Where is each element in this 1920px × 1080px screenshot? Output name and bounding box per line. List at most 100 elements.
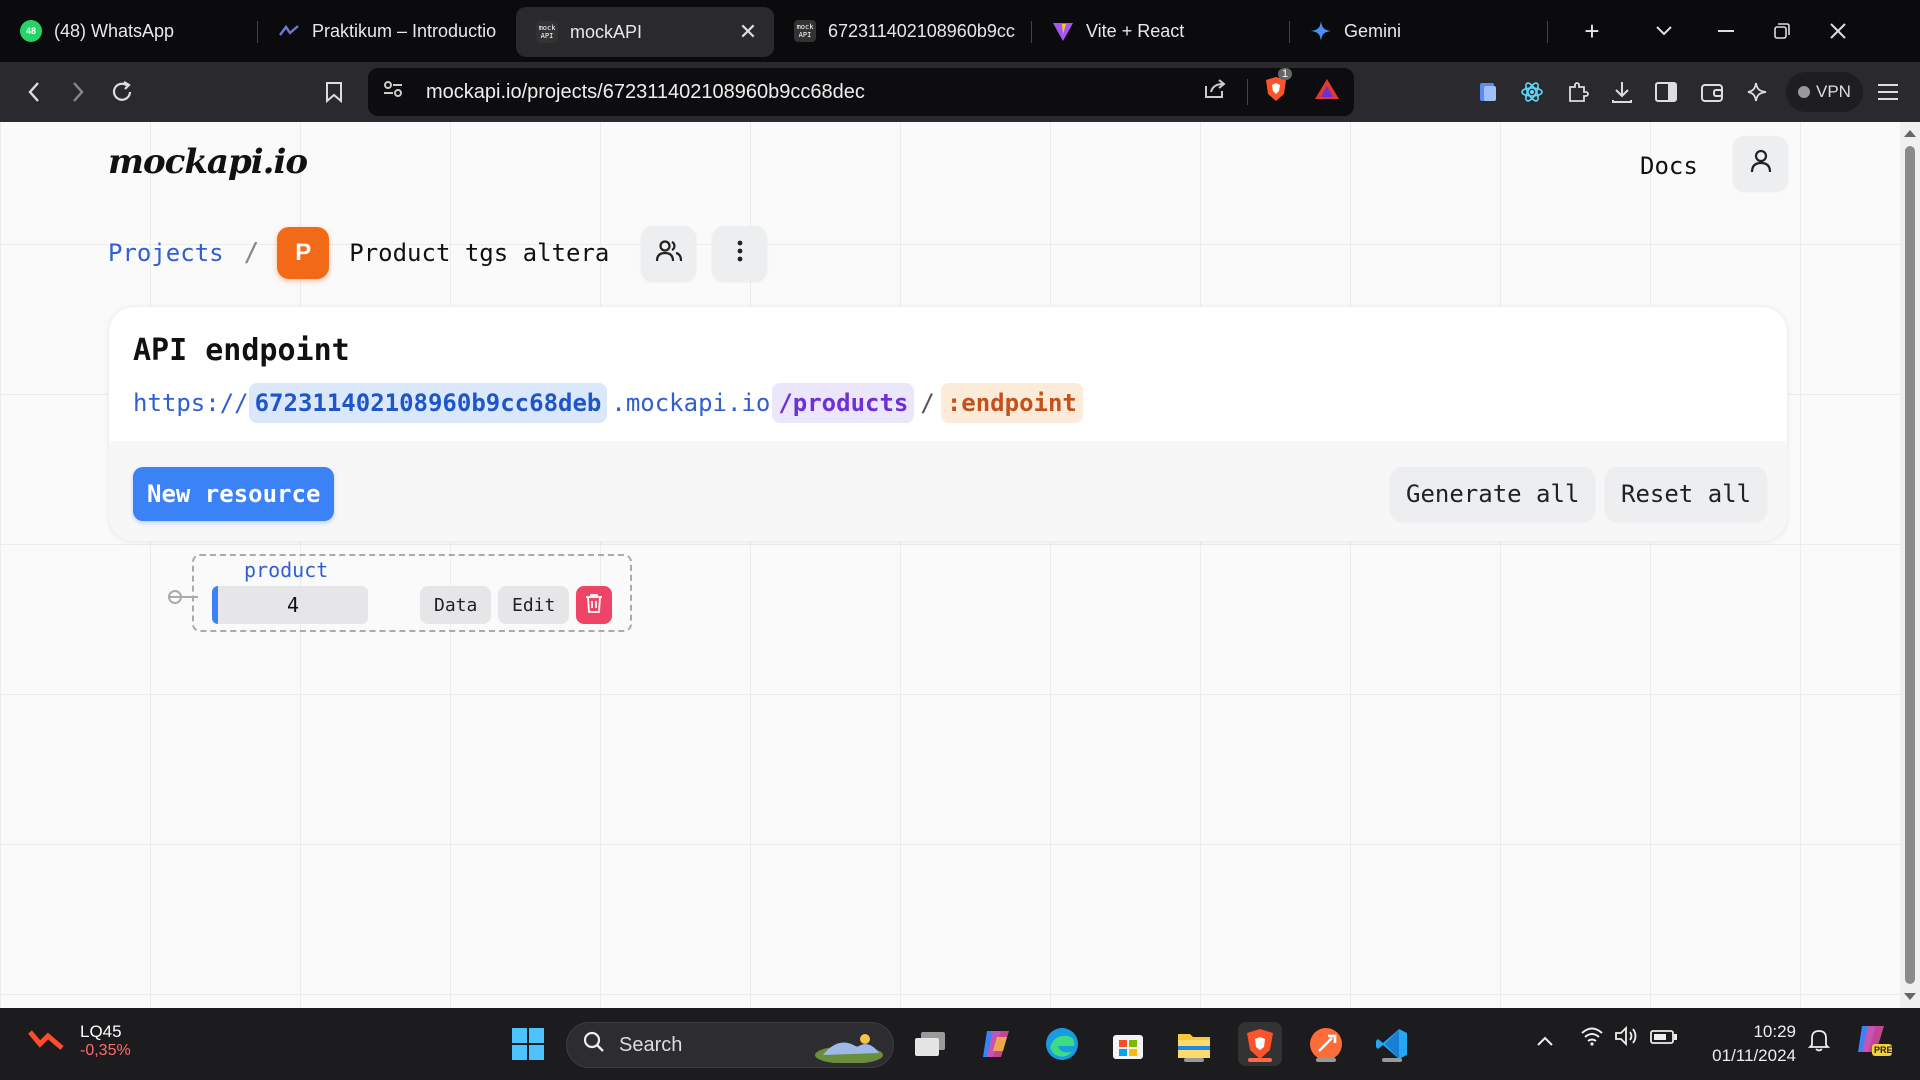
vpn-label: VPN xyxy=(1816,82,1851,101)
microsoft-store-icon[interactable] xyxy=(1106,1022,1150,1066)
resource-edit-button[interactable]: Edit xyxy=(498,586,570,624)
resource-count-slider[interactable]: 4 xyxy=(212,586,368,624)
share-icon[interactable] xyxy=(1203,78,1227,106)
mockapi-logo[interactable]: mockapi.io xyxy=(108,142,308,182)
vite-icon xyxy=(1052,20,1074,42)
browser-toolbar: mockapi.io/projects/672311402108960b9cc6… xyxy=(0,62,1920,122)
docs-link[interactable]: Docs xyxy=(1640,152,1698,180)
vscode-icon[interactable] xyxy=(1370,1022,1414,1066)
mockapi-icon: mock API xyxy=(794,20,816,42)
project-menu-button[interactable] xyxy=(712,225,768,281)
forward-icon[interactable] xyxy=(56,70,100,114)
clock-date: 01/11/2024 xyxy=(1712,1046,1796,1065)
windows-taskbar: LQ45 -0,35% Search 10:29 01/11/2024 PRE xyxy=(0,1008,1920,1080)
wifi-icon[interactable] xyxy=(1580,1026,1604,1052)
minimize-icon[interactable] xyxy=(1698,7,1754,55)
endpoint-resource[interactable]: /products xyxy=(772,383,915,423)
endpoint-url: https:// 672311402108960b9cc68deb .mocka… xyxy=(133,383,1083,423)
running-indicator xyxy=(1382,1058,1402,1062)
new-tab-plus-icon[interactable]: + xyxy=(1564,7,1620,55)
card-actions: New resource Generate all Reset all xyxy=(109,441,1787,541)
gemini-icon xyxy=(1310,20,1332,42)
endpoint-protocol: https:// xyxy=(133,389,249,417)
brave-shields-icon[interactable]: 1 xyxy=(1264,68,1293,108)
user-icon xyxy=(1749,148,1773,179)
share-project-button[interactable] xyxy=(641,225,697,281)
scrollbar-thumb[interactable] xyxy=(1905,146,1915,984)
battery-icon[interactable] xyxy=(1650,1028,1678,1051)
site-settings-icon[interactable] xyxy=(382,79,404,105)
tab-title: Gemini xyxy=(1344,20,1402,41)
tab-title: (48) WhatsApp xyxy=(54,20,175,41)
edge-icon[interactable] xyxy=(1040,1022,1084,1066)
account-button[interactable] xyxy=(1733,136,1788,191)
sidebar-toggle-icon[interactable] xyxy=(1644,70,1688,114)
stock-widget[interactable]: LQ45 -0,35% xyxy=(28,1022,131,1060)
menu-hamburger-icon[interactable] xyxy=(1866,70,1910,114)
shields-badge: 1 xyxy=(1278,68,1293,80)
mockapi-icon: mock API xyxy=(536,21,558,43)
resource-data-button[interactable]: Data xyxy=(420,586,492,624)
taskbar-search[interactable]: Search xyxy=(566,1022,894,1068)
tab-vite[interactable]: Vite + React xyxy=(1032,7,1290,55)
windows-start-icon[interactable] xyxy=(506,1022,550,1066)
project-name: Product tgs altera xyxy=(349,239,610,267)
file-explorer-icon[interactable] xyxy=(1172,1022,1216,1066)
more-vertical-icon xyxy=(737,240,743,267)
task-view-icon[interactable] xyxy=(908,1022,952,1066)
leo-ai-icon[interactable] xyxy=(1736,70,1780,114)
new-resource-button[interactable]: New resource xyxy=(133,467,335,521)
copilot-preview-icon[interactable]: PRE xyxy=(1856,1022,1893,1064)
generate-all-button[interactable]: Generate all xyxy=(1390,467,1596,521)
page-viewport: mockapi.io Docs Projects / P Product tgs… xyxy=(0,122,1900,1008)
stock-name: LQ45 xyxy=(80,1022,122,1041)
resource-name[interactable]: product xyxy=(244,558,328,582)
search-highlight-icon xyxy=(813,1029,885,1069)
back-icon[interactable] xyxy=(12,70,56,114)
project-avatar[interactable]: P xyxy=(277,227,330,279)
react-devtools-icon[interactable] xyxy=(1510,70,1554,114)
volume-icon[interactable] xyxy=(1614,1025,1638,1052)
scroll-down-icon[interactable] xyxy=(1904,993,1916,1000)
breadcrumb-projects-link[interactable]: Projects xyxy=(108,239,224,267)
praktikum-icon xyxy=(278,20,300,42)
running-indicator xyxy=(1248,1058,1272,1062)
tab-project-id[interactable]: mock API 672311402108960b9cc xyxy=(774,7,1032,55)
bookmark-icon[interactable] xyxy=(312,70,356,114)
postman-icon[interactable] xyxy=(1304,1022,1348,1066)
whatsapp-icon: 48 xyxy=(20,20,42,42)
running-indicator xyxy=(1184,1058,1204,1062)
system-clock[interactable]: 10:29 01/11/2024 xyxy=(1700,1020,1796,1068)
endpoint-project-id[interactable]: 672311402108960b9cc68deb xyxy=(248,383,608,423)
tab-title: mockAPI xyxy=(570,21,643,42)
trash-icon xyxy=(585,593,603,618)
breadcrumb: Projects / P Product tgs altera xyxy=(108,225,768,281)
tab-whatsapp[interactable]: 48 (48) WhatsApp xyxy=(0,7,258,55)
url-text: mockapi.io/projects/672311402108960b9cc6… xyxy=(426,80,865,103)
brave-browser-icon[interactable] xyxy=(1238,1022,1282,1066)
close-icon[interactable]: ✕ xyxy=(736,19,760,45)
wallet-icon[interactable] xyxy=(1690,70,1734,114)
resource-delete-button[interactable] xyxy=(576,586,612,624)
download-icon[interactable] xyxy=(1600,70,1644,114)
vpn-button[interactable]: VPN xyxy=(1786,72,1863,112)
tray-overflow-chevron-icon[interactable] xyxy=(1536,1030,1554,1053)
extension-icon[interactable] xyxy=(1466,70,1510,114)
scroll-up-icon[interactable] xyxy=(1904,130,1916,137)
page-scrollbar[interactable] xyxy=(1900,122,1920,1008)
search-label: Search xyxy=(619,1033,683,1056)
address-bar[interactable]: mockapi.io/projects/672311402108960b9cc6… xyxy=(368,68,1354,116)
brave-rewards-icon[interactable] xyxy=(1314,78,1340,106)
notification-bell-icon[interactable] xyxy=(1807,1028,1831,1058)
tab-praktikum[interactable]: Praktikum – Introductio xyxy=(258,7,516,55)
copilot-icon[interactable] xyxy=(974,1022,1018,1066)
restore-icon[interactable] xyxy=(1754,7,1810,55)
reload-icon[interactable] xyxy=(100,70,144,114)
tab-mockapi[interactable]: mock API mockAPI ✕ xyxy=(516,7,774,57)
tab-gemini[interactable]: Gemini xyxy=(1290,7,1548,55)
card-title: API endpoint xyxy=(133,333,350,368)
tab-list-chevron-icon[interactable] xyxy=(1636,7,1692,55)
window-close-icon[interactable] xyxy=(1810,7,1866,55)
reset-all-button[interactable]: Reset all xyxy=(1605,467,1768,521)
extensions-puzzle-icon[interactable] xyxy=(1556,70,1600,114)
